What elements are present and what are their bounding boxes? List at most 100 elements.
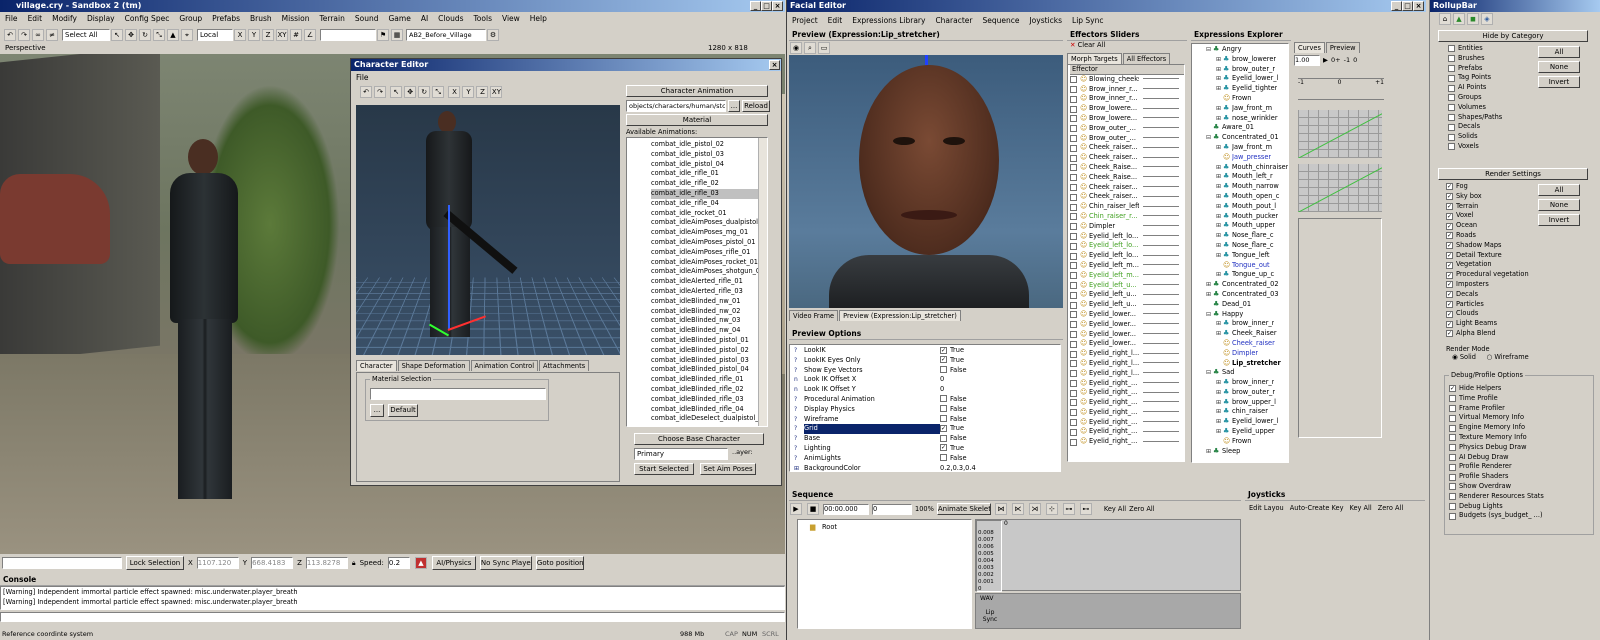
maximize-button[interactable]: □ bbox=[761, 1, 772, 11]
preview-option-row[interactable]: ? Grid ✓ True bbox=[794, 424, 1060, 435]
hide-category-item[interactable]: Volumes bbox=[1448, 103, 1538, 113]
effector-row[interactable]: ☺ Eyelid_lower... bbox=[1070, 330, 1184, 340]
effector-row[interactable]: ☺ Cheek_raiser... bbox=[1070, 183, 1184, 193]
layer-dropdown[interactable]: AB2_Before_Village bbox=[406, 29, 486, 41]
expression-tree-item[interactable]: ⊞ ♣ Eyelid_tighter bbox=[1192, 84, 1288, 94]
debug-option-checkbox[interactable] bbox=[1449, 473, 1456, 481]
expression-tree-item[interactable]: ⊞ ♣ brow_outer_r bbox=[1192, 388, 1288, 398]
option-value[interactable]: False bbox=[940, 366, 1050, 376]
option-checkbox[interactable] bbox=[940, 405, 947, 413]
debug-option-checkbox[interactable] bbox=[1449, 512, 1456, 520]
effector-row[interactable]: ☺ Eyelid_right_... bbox=[1070, 418, 1184, 428]
sequence-tree[interactable]: ▆ Root bbox=[797, 519, 972, 629]
effector-slider[interactable] bbox=[1143, 234, 1179, 238]
axis-y-button[interactable]: Y bbox=[248, 29, 260, 41]
effector-slider[interactable] bbox=[1143, 117, 1179, 121]
expression-tree-item[interactable]: ⊞ ♣ Mouth_narrow bbox=[1192, 182, 1288, 192]
auto-create-key-button[interactable]: Auto-Create Key bbox=[1290, 504, 1344, 512]
render-setting-item[interactable]: ✓ Imposters bbox=[1446, 280, 1541, 290]
reload-button[interactable]: Reload bbox=[742, 100, 770, 112]
display-tab-icon[interactable]: ◈ bbox=[1481, 13, 1493, 25]
animation-list-item[interactable]: combat_idle_pistol_04 bbox=[651, 160, 767, 170]
tree-expander[interactable]: ⊞ bbox=[1216, 319, 1223, 329]
seq-key-icon-3[interactable]: ⋊ bbox=[1028, 503, 1041, 515]
debug-option-item[interactable]: Profile Renderer bbox=[1449, 462, 1589, 472]
render-setting-checkbox[interactable]: ✓ bbox=[1446, 300, 1453, 308]
coord-space-dropdown[interactable]: Local bbox=[197, 29, 233, 41]
start-selected-button[interactable]: Start Selected bbox=[634, 463, 694, 475]
effector-row[interactable]: ☺ Eyelid_right_l... bbox=[1070, 359, 1184, 369]
render-setting-item[interactable]: ✓ Particles bbox=[1446, 300, 1541, 310]
render-setting-item[interactable]: ✓ Clouds bbox=[1446, 309, 1541, 319]
effector-row[interactable]: ☺ Eyelid_right_l... bbox=[1070, 349, 1184, 359]
render-setting-item[interactable]: ✓ Shadow Maps bbox=[1446, 241, 1541, 251]
expression-tree-item[interactable]: ⊞ ♣ brow_lowerer bbox=[1192, 55, 1288, 65]
animation-list-item[interactable]: combat_idleAimPoses_pistol_01 bbox=[651, 238, 767, 248]
effector-row[interactable]: ☺ Eyelid_left_m... bbox=[1070, 271, 1184, 281]
preview-zoom-icon[interactable]: ⌕ bbox=[804, 42, 816, 54]
render-setting-item[interactable]: ✓ Detail Texture bbox=[1446, 251, 1541, 261]
facial-menu-joysticks[interactable]: Joysticks bbox=[1024, 16, 1067, 25]
expression-tree-item[interactable]: ⊞ ♣ Cheek_Raiser bbox=[1192, 329, 1288, 339]
expressions-tree[interactable]: ⊟ ♣ Angry ⊞ ♣ brow_lowerer ⊞ ♣ brow_outer_r ⊞ ♣ Eye… bbox=[1191, 43, 1289, 463]
effector-checkbox[interactable] bbox=[1070, 242, 1077, 250]
effector-checkbox[interactable] bbox=[1070, 399, 1077, 407]
tree-expander[interactable]: ⊞ bbox=[1216, 398, 1223, 408]
hide-category-item[interactable]: Shapes/Paths bbox=[1448, 113, 1538, 123]
speed-field[interactable]: 0.2 bbox=[387, 557, 410, 569]
ce-undo-icon[interactable]: ↶ bbox=[360, 86, 372, 98]
hide-all-button[interactable]: All bbox=[1538, 46, 1580, 58]
ce-select-icon[interactable]: ↖ bbox=[390, 86, 403, 98]
effector-slider[interactable] bbox=[1143, 127, 1179, 131]
expression-tree-item[interactable]: ☺ Frown bbox=[1192, 94, 1288, 104]
menu-game[interactable]: Game bbox=[383, 14, 415, 23]
effector-slider[interactable] bbox=[1143, 156, 1179, 160]
facial-maximize-button[interactable]: □ bbox=[1402, 1, 1413, 11]
effectors-tab[interactable]: Morph Targets bbox=[1067, 53, 1122, 64]
effector-slider[interactable] bbox=[1143, 283, 1179, 287]
option-value[interactable]: ✓ True bbox=[940, 424, 1050, 434]
tree-expander[interactable]: ⊞ bbox=[1216, 172, 1223, 182]
objects-tab-icon[interactable]: ⌂ bbox=[1439, 13, 1451, 25]
effector-checkbox[interactable] bbox=[1070, 301, 1077, 309]
effector-checkbox[interactable] bbox=[1070, 438, 1077, 446]
choose-base-character-button[interactable]: Choose Base Character bbox=[634, 433, 764, 445]
curve-slider[interactable] bbox=[1298, 71, 1384, 79]
effector-slider[interactable] bbox=[1143, 323, 1179, 327]
animation-list-item[interactable]: combat_idleBlinded_rifle_02 bbox=[651, 385, 767, 395]
effector-slider[interactable] bbox=[1143, 264, 1179, 268]
solid-radio[interactable]: ◉ bbox=[1452, 353, 1458, 361]
select-arrow-icon[interactable]: ↖ bbox=[111, 29, 123, 41]
effector-slider[interactable] bbox=[1143, 107, 1179, 111]
effector-row[interactable]: ☺ Brow_inner_r... bbox=[1070, 85, 1184, 95]
joy-zero-all-button[interactable]: Zero All bbox=[1378, 504, 1403, 512]
animation-list-item[interactable]: combat_idleBlinded_pistol_03 bbox=[651, 356, 767, 366]
clear-all-button[interactable]: Clear All bbox=[1078, 41, 1106, 49]
path-browse-button[interactable]: ... bbox=[728, 100, 740, 112]
expression-tree-item[interactable]: ☺ Tongue_out bbox=[1192, 261, 1288, 271]
render-setting-item[interactable]: ✓ Voxel bbox=[1446, 211, 1541, 221]
animation-path-field[interactable]: objects/characters/human/stc bbox=[626, 100, 726, 112]
option-value[interactable]: ✓ True bbox=[940, 444, 1050, 454]
effector-slider[interactable] bbox=[1143, 244, 1179, 248]
effector-row[interactable]: ☺ Cheek_raiser... bbox=[1070, 192, 1184, 202]
tree-expander[interactable]: ⊞ bbox=[1206, 280, 1213, 290]
expression-tree-item[interactable]: ☺ Jaw_presser bbox=[1192, 153, 1288, 163]
tree-expander[interactable]: ⊞ bbox=[1216, 192, 1223, 202]
expression-tree-item[interactable]: ⊞ ♣ Mouth_chinraiser bbox=[1192, 163, 1288, 173]
sequence-root[interactable]: Root bbox=[822, 523, 837, 531]
hide-invert-button[interactable]: Invert bbox=[1538, 76, 1580, 88]
effector-checkbox[interactable] bbox=[1070, 262, 1077, 270]
effector-row[interactable]: ☺ Eyelid_right_... bbox=[1070, 379, 1184, 389]
effector-slider[interactable] bbox=[1143, 342, 1179, 346]
effector-row[interactable]: ☺ Brow_inner_r... bbox=[1070, 94, 1184, 104]
preview-option-row[interactable]: n Look IK Offset X 0 bbox=[794, 375, 1060, 385]
tree-expander[interactable]: ⊞ bbox=[1216, 231, 1223, 241]
expression-tree-item[interactable]: ⊞ ♣ brow_inner_r bbox=[1192, 319, 1288, 329]
expression-tree-item[interactable]: ♣ Aware_01 bbox=[1192, 123, 1288, 133]
hide-category-checkbox[interactable] bbox=[1448, 74, 1455, 82]
expression-tree-item[interactable]: ⊞ ♣ brow_upper_l bbox=[1192, 398, 1288, 408]
effectors-tab[interactable]: All Effectors bbox=[1122, 53, 1171, 64]
hide-none-button[interactable]: None bbox=[1538, 61, 1580, 73]
curve-ctrl-3[interactable]: 0 bbox=[1353, 56, 1357, 64]
